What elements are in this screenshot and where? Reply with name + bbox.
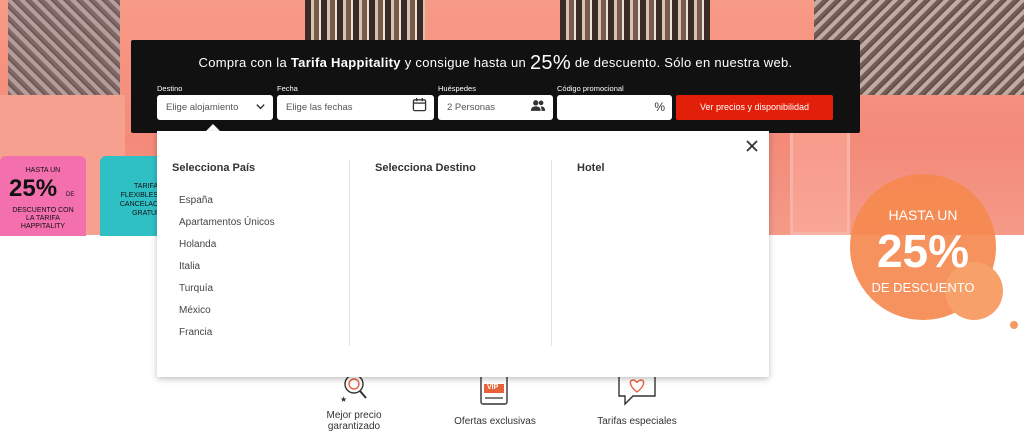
badge-line: HASTA UN — [25, 167, 61, 174]
close-icon[interactable] — [746, 139, 758, 157]
badge-line: TARIFA — [134, 183, 158, 190]
badge-de: DE — [66, 192, 75, 198]
people-icon — [530, 95, 546, 120]
country-item[interactable]: España — [179, 195, 213, 206]
badge-line: DESCUENTO CON — [12, 207, 74, 214]
badge-line: CANCELAC — [119, 201, 158, 208]
decor-bookshelf — [560, 0, 710, 40]
country-item[interactable]: Francia — [179, 327, 212, 338]
country-item[interactable]: México — [179, 305, 211, 316]
column-divider — [551, 160, 552, 346]
promo-code-input[interactable]: % — [557, 95, 672, 120]
promo-percent: 25% — [529, 52, 571, 74]
huespedes-value: 2 Personas — [447, 102, 496, 113]
promo-message: Compra con la Tarifa Happitality y consi… — [131, 52, 860, 75]
destination-column-title: Selecciona Destino — [375, 162, 476, 174]
circle-line: HASTA UN — [888, 207, 958, 223]
vip-label: VIP — [487, 384, 499, 391]
feature-special-rates: Tarifas especiales — [597, 416, 677, 427]
badge-description: DESCUENTO CON LA TARIFA HAPPITALITY — [0, 207, 86, 231]
badge-line: FLEXIBLES — [120, 192, 158, 199]
badge-line: HAPPITALITY — [20, 223, 66, 230]
check-availability-button[interactable]: Ver precios y disponibilidad — [676, 95, 833, 120]
destino-label: Destino — [157, 84, 183, 93]
calendar-icon — [412, 95, 427, 120]
column-divider — [349, 160, 350, 346]
badge-percent: 25% — [9, 175, 58, 202]
feature-exclusive-offers: Ofertas exclusivas — [454, 416, 536, 427]
chevron-down-icon — [255, 95, 266, 120]
promo-text-2: y consigue hasta un — [400, 55, 530, 70]
huespedes-field[interactable]: 2 Personas — [438, 95, 553, 120]
feature-best-price: Mejor precio garantizado — [308, 410, 400, 432]
destination-dropdown: Selecciona País Selecciona Destino Hotel… — [157, 131, 769, 377]
fecha-field[interactable]: Elige las fechas — [277, 95, 434, 120]
decor-wallpaper-left — [8, 0, 120, 95]
country-item[interactable]: Holanda — [179, 239, 216, 250]
feature-label: Mejor precio — [326, 410, 382, 421]
country-item[interactable]: Italia — [179, 261, 200, 272]
badge-line: GRATUI — [132, 210, 158, 217]
flexible-rates-badge[interactable]: TARIFA FLEXIBLES CANCELAC GRATUI — [100, 156, 160, 236]
country-item[interactable]: Turquía — [179, 283, 213, 294]
decor-bookshelf — [305, 0, 425, 40]
feature-label: garantizado — [327, 421, 381, 432]
country-item[interactable]: Apartamentos Únicos — [179, 217, 275, 228]
decor-dot — [1010, 321, 1018, 329]
badge-line: LA TARIFA — [26, 215, 60, 222]
promo-text-1: Compra con la — [198, 55, 291, 70]
destino-select[interactable]: Elige alojamiento — [157, 95, 273, 120]
booking-search-bar: Compra con la Tarifa Happitality y consi… — [131, 40, 860, 133]
percent-icon: % — [654, 100, 665, 114]
svg-text:★: ★ — [340, 395, 347, 404]
heart-chat-icon — [617, 372, 657, 406]
hotel-column-title: Hotel — [577, 162, 605, 174]
promo-brand: Tarifa Happitality — [290, 55, 401, 70]
codigo-label: Código promocional — [557, 84, 624, 93]
country-column-title: Selecciona País — [172, 162, 256, 174]
vip-ticket-icon: VIP — [476, 372, 516, 406]
discount-badge[interactable]: HASTA UN 25% DE DESCUENTO CON LA TARIFA … — [0, 156, 86, 236]
fecha-label: Fecha — [277, 84, 298, 93]
huespedes-label: Huéspedes — [438, 84, 476, 93]
circle-line: DE DESCUENTO — [871, 280, 975, 295]
best-price-icon: ★ — [336, 372, 376, 406]
destino-value: Elige alojamiento — [166, 102, 239, 113]
decor-window — [790, 130, 850, 235]
fecha-value: Elige las fechas — [286, 102, 353, 113]
circle-percent: 25% — [876, 225, 970, 277]
promo-text-3: de descuento. Sólo en nuestra web. — [570, 55, 793, 70]
